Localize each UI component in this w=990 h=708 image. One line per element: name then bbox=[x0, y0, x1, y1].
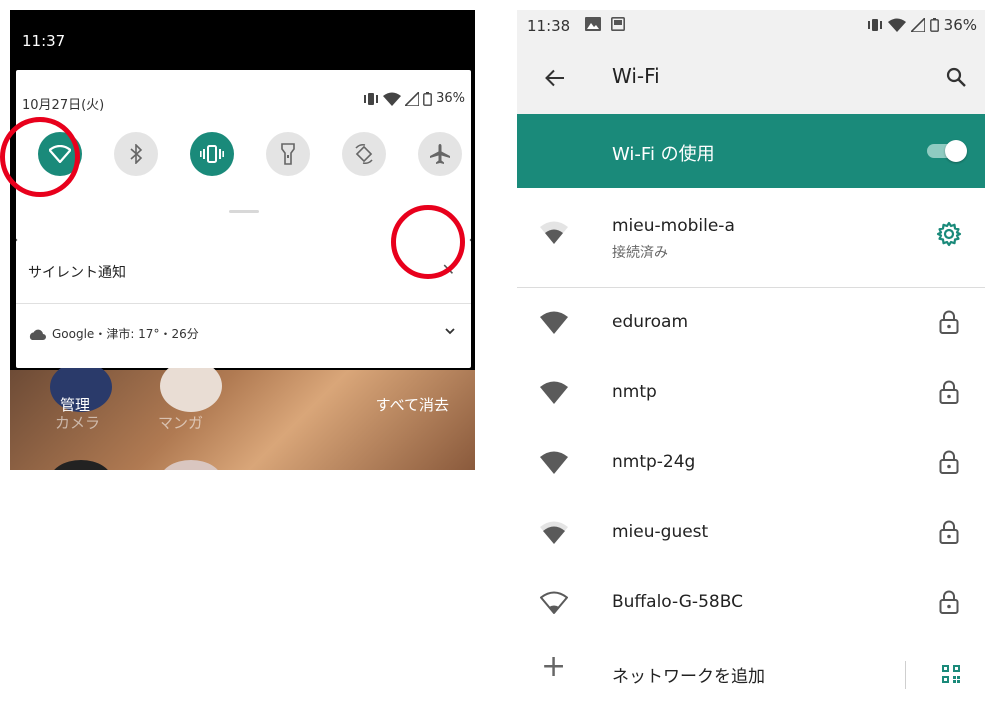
lock-icon bbox=[939, 310, 959, 334]
wifi-network-row[interactable]: mieu-guest bbox=[517, 498, 985, 568]
switch-thumb bbox=[945, 140, 967, 162]
page-title: Wi-Fi bbox=[612, 64, 660, 88]
app-bar: Wi-Fi bbox=[517, 42, 985, 114]
qs-date: 10月27日(火) bbox=[22, 98, 105, 113]
qs-status-icons: 36% bbox=[363, 91, 465, 106]
wifi-settings-screenshot: 11:38 36% Wi-Fi Wi-Fi の使用 mieu-mobile-a … bbox=[517, 10, 985, 708]
lock-icon bbox=[939, 450, 959, 474]
wifi-signal-icon bbox=[540, 591, 568, 614]
qs-drag-handle[interactable] bbox=[229, 210, 259, 213]
qs-tile-airplane[interactable] bbox=[418, 132, 462, 176]
status-time: 11:38 bbox=[527, 17, 571, 35]
qr-code-scan-icon[interactable] bbox=[941, 664, 961, 684]
auto-rotate-icon bbox=[355, 143, 373, 165]
search-button[interactable] bbox=[941, 62, 971, 92]
battery-icon bbox=[929, 18, 939, 32]
airplane-icon bbox=[430, 144, 450, 164]
status-time: 11:37 bbox=[22, 32, 66, 50]
wifi-network-row[interactable]: nmtp bbox=[517, 358, 985, 428]
flashlight-icon bbox=[281, 143, 295, 165]
notification-section-title: サイレント通知 bbox=[28, 265, 126, 281]
vibrate-icon bbox=[364, 92, 379, 105]
qs-tile-auto-rotate[interactable] bbox=[342, 132, 386, 176]
wifi-network-row-connected[interactable]: mieu-mobile-a 接続済み bbox=[517, 198, 985, 268]
network-ssid: eduroam bbox=[612, 312, 689, 332]
battery-icon bbox=[423, 91, 432, 106]
bluetooth-icon bbox=[130, 144, 143, 164]
wifi-network-row[interactable]: Buffalo-G-58BC bbox=[517, 568, 985, 638]
wifi-network-row[interactable]: eduroam bbox=[517, 288, 985, 358]
highlight-circle bbox=[391, 205, 465, 279]
status-icons: 36% bbox=[867, 16, 977, 34]
network-ssid: nmtp bbox=[612, 382, 657, 402]
weather-notification-text: Google・津市: 17°・26分 bbox=[52, 327, 199, 341]
qs-tile-bluetooth[interactable] bbox=[114, 132, 158, 176]
dock-app-icon bbox=[50, 460, 112, 470]
add-network-row[interactable]: + ネットワークを追加 bbox=[517, 638, 985, 708]
wifi-signal-icon bbox=[887, 18, 906, 32]
cell-signal-icon bbox=[405, 91, 420, 106]
network-ssid: mieu-mobile-a bbox=[612, 216, 735, 236]
wifi-signal-icon bbox=[540, 311, 568, 334]
vibrate-icon bbox=[200, 145, 224, 163]
home-app-label-camera: カメラ bbox=[55, 414, 101, 432]
add-network-label: ネットワークを追加 bbox=[612, 667, 765, 687]
chevron-down-icon[interactable] bbox=[445, 324, 455, 338]
image-notification-icon bbox=[585, 17, 601, 31]
wifi-master-toggle-row[interactable]: Wi-Fi の使用 bbox=[517, 114, 985, 188]
wifi-switch[interactable] bbox=[927, 140, 967, 162]
status-bar: 11:38 36% bbox=[517, 10, 985, 42]
wifi-toggle-label: Wi-Fi の使用 bbox=[612, 144, 715, 165]
lock-icon bbox=[939, 520, 959, 544]
battery-percent: 36% bbox=[943, 16, 977, 34]
battery-percent: 36% bbox=[436, 91, 465, 106]
add-icon: + bbox=[541, 649, 567, 684]
back-button[interactable] bbox=[541, 64, 569, 92]
qs-tile-vibrate[interactable] bbox=[190, 132, 234, 176]
network-ssid: mieu-guest bbox=[612, 522, 709, 542]
lock-icon bbox=[939, 590, 959, 614]
wifi-network-row[interactable]: nmtp-24g bbox=[517, 428, 985, 498]
home-app-label-manga: マンガ bbox=[158, 414, 204, 432]
wifi-signal-icon bbox=[383, 92, 402, 106]
gear-icon[interactable] bbox=[935, 220, 963, 248]
network-ssid: Buffalo-G-58BC bbox=[612, 592, 743, 612]
wifi-signal-icon bbox=[540, 451, 568, 474]
qs-tile-flashlight[interactable] bbox=[266, 132, 310, 176]
weather-notification[interactable]: Google・津市: 17°・26分 bbox=[28, 325, 199, 342]
clear-all-button[interactable]: すべて消去 bbox=[376, 394, 449, 415]
lock-icon bbox=[939, 380, 959, 404]
cell-signal-icon bbox=[910, 18, 925, 32]
search-icon bbox=[946, 67, 966, 87]
wifi-signal-icon bbox=[540, 221, 568, 244]
vibrate-icon bbox=[867, 19, 882, 31]
manage-notifications-button[interactable]: 管理 bbox=[60, 394, 90, 415]
quick-settings-tiles bbox=[24, 132, 464, 180]
wifi-signal-icon bbox=[540, 381, 568, 404]
wifi-signal-icon bbox=[540, 521, 568, 544]
cloud-icon bbox=[29, 329, 46, 340]
dock-app-icon bbox=[160, 460, 222, 470]
network-ssid: nmtp-24g bbox=[612, 452, 696, 472]
screenshot-notification-icon bbox=[611, 17, 625, 31]
status-notification-icons bbox=[585, 17, 625, 31]
divider bbox=[16, 303, 471, 304]
highlight-circle bbox=[0, 117, 80, 197]
divider bbox=[905, 661, 906, 689]
arrow-back-icon bbox=[545, 69, 564, 87]
network-status: 接続済み bbox=[612, 245, 668, 261]
